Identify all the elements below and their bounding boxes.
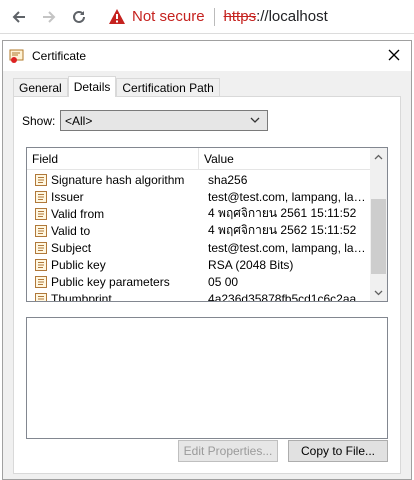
url-scheme: https: [223, 8, 257, 25]
dialog-title: Certificate: [32, 49, 87, 63]
tab-strip: General Details Certification Path: [13, 76, 220, 97]
column-header-value[interactable]: Value: [199, 148, 387, 169]
document-field-icon: [35, 275, 47, 288]
address-divider: [213, 7, 215, 26]
table-row[interactable]: Valid from 4 พฤศจิกายน 2561 15:11:52: [27, 205, 371, 222]
field-detail-textbox[interactable]: [26, 317, 388, 439]
chevron-up-icon: [374, 154, 383, 159]
url-host: ://localhost: [256, 8, 328, 25]
field-name: Issuer: [51, 189, 84, 204]
field-name: Signature hash algorithm: [51, 172, 185, 187]
listview-header: Field Value: [27, 148, 387, 170]
scroll-up-button[interactable]: [370, 148, 387, 165]
table-row[interactable]: Public key RSA (2048 Bits): [27, 256, 371, 273]
field-name: Valid to: [51, 223, 91, 238]
reload-icon: [73, 10, 85, 23]
tab-details[interactable]: Details: [67, 76, 117, 97]
field-name: Subject: [51, 240, 92, 255]
table-row[interactable]: Public key parameters 05 00: [27, 273, 371, 290]
chevron-down-icon: [250, 117, 260, 123]
field-value: 4 พฤศจิกายน 2562 15:11:52: [208, 223, 357, 237]
details-panel: Show: <All> Field Value Signature hash a…: [13, 96, 401, 474]
field-value: 05 00: [208, 274, 239, 289]
forward-button[interactable]: [34, 2, 64, 32]
document-field-icon: [35, 190, 47, 203]
fields-listview[interactable]: Field Value Signature hash algorithm sha…: [26, 147, 388, 302]
field-name: Public key: [51, 257, 106, 272]
field-name: Thumbprint: [51, 291, 112, 302]
back-arrow-icon: [12, 10, 25, 23]
document-field-icon: [35, 241, 47, 254]
scrollbar-thumb[interactable]: [371, 199, 386, 274]
document-field-icon: [35, 207, 47, 220]
document-field-icon: [35, 258, 47, 271]
field-name: Valid from: [51, 206, 105, 221]
document-field-icon: [35, 173, 47, 186]
back-button[interactable]: [4, 2, 34, 32]
table-row[interactable]: Subject test@test.com, lampang, lamp...: [27, 239, 371, 256]
dialog-titlebar[interactable]: Certificate: [3, 41, 411, 71]
certificate-dialog: Certificate General Details Certificatio…: [2, 40, 412, 480]
edit-properties-button[interactable]: Edit Properties...: [178, 440, 278, 462]
table-row[interactable]: Valid to 4 พฤศจิกายน 2562 15:11:52: [27, 222, 371, 239]
field-value: 4a236d35878fb5cd1c6c2aa0e...: [208, 291, 371, 302]
column-header-field[interactable]: Field: [27, 148, 199, 169]
field-value: test@test.com, lampang, lamp...: [208, 240, 371, 255]
show-dropdown-value: <All>: [65, 113, 93, 128]
reload-button[interactable]: [64, 2, 94, 32]
show-filter-row: Show: <All>: [22, 110, 268, 131]
chevron-down-icon: [374, 290, 383, 295]
show-label: Show:: [22, 113, 56, 128]
field-value: sha256: [208, 172, 248, 187]
document-field-icon: [35, 224, 47, 237]
field-value: RSA (2048 Bits): [208, 257, 294, 272]
copy-to-file-button[interactable]: Copy to File...: [288, 440, 388, 462]
scroll-down-button[interactable]: [370, 284, 387, 301]
browser-toolbar: Not secure https ://localhost: [0, 0, 414, 34]
certificate-icon: [9, 49, 24, 63]
forward-arrow-icon: [43, 10, 56, 23]
show-dropdown[interactable]: <All>: [60, 110, 268, 131]
field-value: test@test.com, lampang, lamp...: [208, 189, 371, 204]
security-status-text[interactable]: Not secure: [132, 8, 205, 25]
tab-certification-path[interactable]: Certification Path: [116, 78, 220, 97]
close-button[interactable]: [385, 46, 403, 64]
address-bar[interactable]: Not secure https ://localhost: [108, 7, 328, 26]
table-row[interactable]: Issuer test@test.com, lampang, lamp...: [27, 188, 371, 205]
listview-rows: Signature hash algorithm sha256 Issuer t…: [27, 171, 371, 302]
document-field-icon: [35, 292, 47, 301]
table-row[interactable]: Signature hash algorithm sha256: [27, 171, 371, 188]
field-name: Public key parameters: [51, 274, 170, 289]
listview-scrollbar[interactable]: [370, 148, 387, 301]
tab-general[interactable]: General: [13, 78, 68, 97]
close-icon: [388, 49, 400, 61]
warning-icon: [109, 8, 125, 24]
table-row[interactable]: Thumbprint 4a236d35878fb5cd1c6c2aa0e...: [27, 290, 371, 302]
